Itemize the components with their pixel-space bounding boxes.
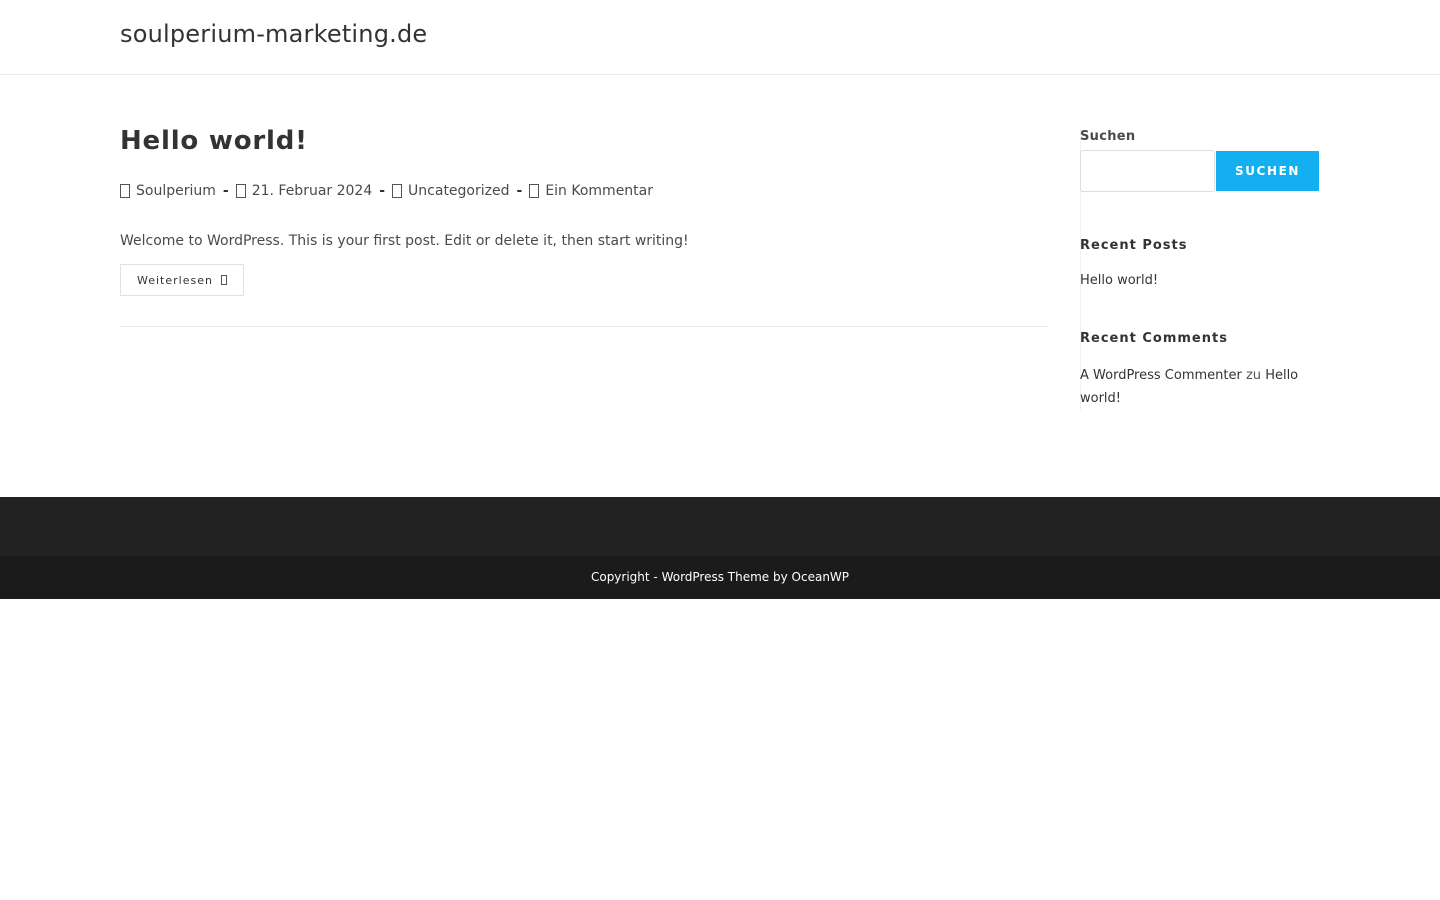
search-widget: Suchen SUCHEN	[1080, 129, 1320, 192]
main-content: Hello world! Soulperium - 21. Februar 20…	[120, 125, 1048, 327]
author-link[interactable]: Soulperium	[136, 183, 216, 199]
comment-icon	[529, 184, 540, 198]
footer-copyright: Copyright - WordPress Theme by OceanWP	[590, 570, 850, 584]
meta-category: Uncategorized	[392, 183, 510, 199]
recent-comments-widget: Recent Comments A WordPress Commenter zu…	[1080, 331, 1320, 410]
site-header: soulperium-marketing.de	[0, 0, 1440, 75]
meta-separator: -	[222, 183, 229, 199]
content-area: Hello world! Soulperium - 21. Februar 20…	[0, 75, 1440, 497]
folder-icon	[392, 184, 403, 198]
recent-comments-title: Recent Comments	[1080, 331, 1228, 346]
recent-posts-title: Recent Posts	[1080, 238, 1188, 253]
arrow-right-icon	[220, 275, 227, 285]
post-meta: Soulperium - 21. Februar 2024 - Uncatego…	[120, 181, 1048, 201]
search-form: SUCHEN	[1080, 150, 1320, 192]
meta-date: 21. Februar 2024	[235, 183, 373, 199]
footer-bottom: Copyright - WordPress Theme by OceanWP	[0, 556, 1440, 599]
footer-widgets	[0, 497, 1440, 556]
recent-post-link[interactable]: Hello world!	[1080, 273, 1320, 288]
comment-connector: zu	[1245, 368, 1262, 383]
search-button[interactable]: SUCHEN	[1216, 151, 1319, 191]
blog-post: Hello world! Soulperium - 21. Februar 20…	[120, 125, 1048, 327]
recent-posts-widget: Recent Posts Hello world!	[1080, 238, 1320, 288]
meta-comments: Ein Kommentar	[529, 183, 653, 199]
sidebar: Suchen SUCHEN Recent Posts Hello world! …	[1080, 129, 1320, 410]
recent-comment-item: A WordPress Commenter zu Hello world!	[1080, 364, 1320, 410]
comments-link[interactable]: Ein Kommentar	[545, 183, 653, 199]
site-footer: Copyright - WordPress Theme by OceanWP	[0, 497, 1440, 599]
comment-author-link[interactable]: A WordPress Commenter	[1080, 368, 1242, 383]
meta-author: Soulperium	[120, 183, 216, 199]
search-label: Suchen	[1080, 129, 1136, 144]
post-title[interactable]: Hello world!	[120, 125, 1048, 157]
user-icon	[120, 184, 130, 198]
post-date: 21. Februar 2024	[251, 183, 373, 199]
category-link[interactable]: Uncategorized	[408, 183, 509, 199]
meta-separator: -	[516, 183, 523, 199]
search-input[interactable]	[1080, 150, 1215, 192]
read-more-label: Weiterlesen	[137, 273, 213, 287]
meta-separator: -	[379, 183, 386, 199]
clock-icon	[235, 184, 246, 198]
read-more-button[interactable]: Weiterlesen	[120, 264, 244, 296]
post-divider	[120, 326, 1048, 327]
site-title-link[interactable]: soulperium-marketing.de	[120, 20, 427, 48]
post-excerpt: Welcome to WordPress. This is your first…	[120, 233, 689, 249]
